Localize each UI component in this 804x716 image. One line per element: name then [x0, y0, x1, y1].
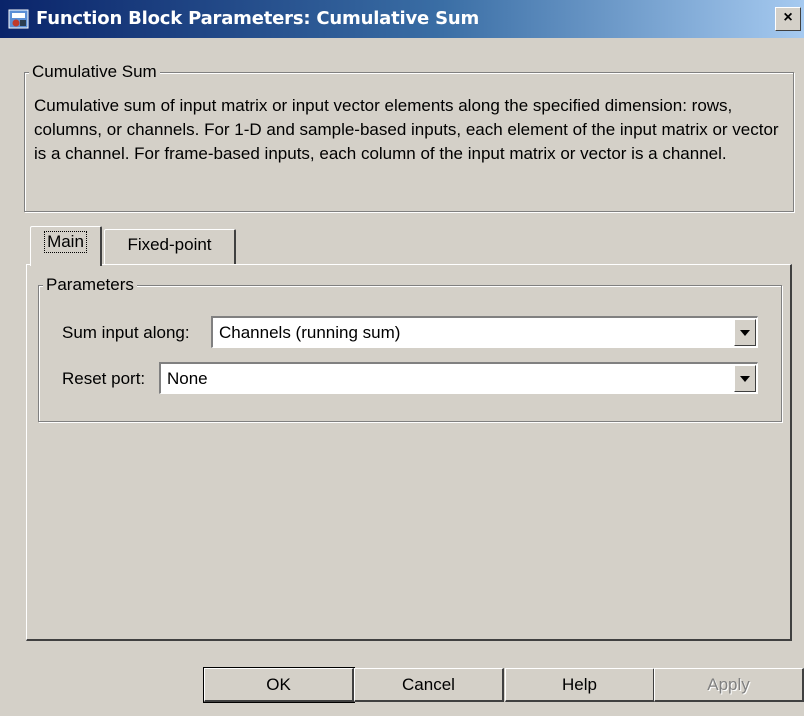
block-group-legend: Cumulative Sum [29, 62, 160, 82]
ok-button[interactable]: OK [203, 667, 355, 703]
parameters-legend: Parameters [43, 275, 137, 295]
tab-fixed-point[interactable]: Fixed-point [104, 229, 236, 264]
window-title: Function Block Parameters: Cumulative Su… [36, 8, 480, 29]
title-bar: Function Block Parameters: Cumulative Su… [0, 0, 804, 38]
block-description: Cumulative sum of input matrix or input … [34, 96, 779, 163]
parameters-group [38, 285, 782, 422]
help-button[interactable]: Help [505, 668, 655, 702]
reset-port-label: Reset port: [62, 369, 146, 388]
sum-input-along-label: Sum input along: [62, 323, 190, 342]
cancel-button[interactable]: Cancel [354, 668, 504, 702]
sum-input-along-select[interactable]: Channels (running sum) [211, 316, 758, 348]
chevron-down-icon[interactable] [734, 365, 756, 392]
apply-button[interactable]: Apply [654, 668, 804, 702]
tab-main[interactable]: Main [30, 226, 102, 266]
close-icon: × [783, 9, 793, 26]
reset-port-select[interactable]: None [159, 362, 758, 394]
simulink-block-icon [8, 8, 30, 30]
sum-input-along-value: Channels (running sum) [219, 323, 401, 342]
chevron-down-icon[interactable] [734, 319, 756, 346]
reset-port-value: None [167, 369, 208, 388]
tab-main-label: Main [44, 231, 87, 253]
close-button[interactable]: × [775, 7, 801, 31]
tab-fixed-point-label: Fixed-point [127, 235, 212, 254]
